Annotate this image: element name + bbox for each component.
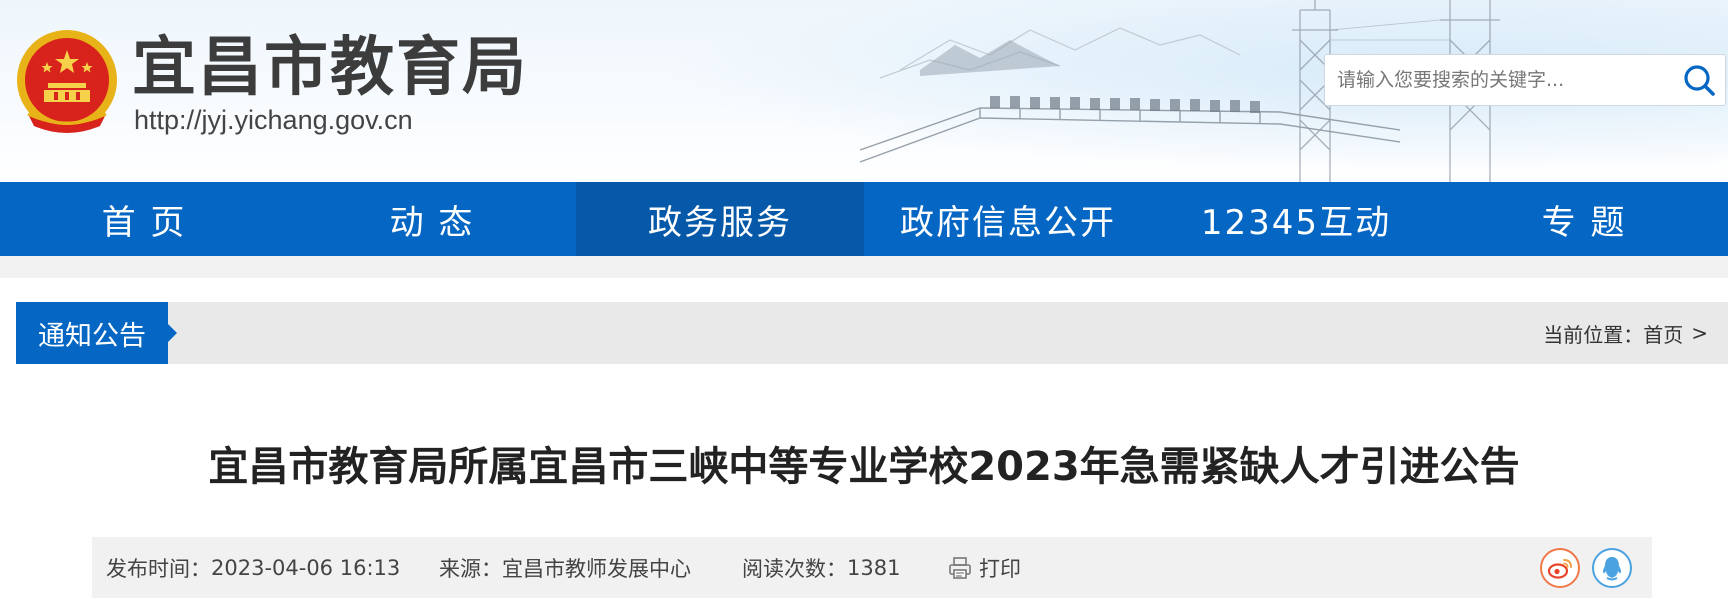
- article-source: 来源： 宜昌市教师发展中心: [439, 537, 691, 598]
- printer-icon: [949, 556, 971, 579]
- nav-item-topics[interactable]: 专 题: [1440, 182, 1728, 256]
- qq-icon: [1603, 557, 1621, 581]
- main-nav: 首 页 动 态 政务服务 政府信息公开 12345互动 专 题: [0, 182, 1728, 256]
- section-tab-notices[interactable]: 通知公告: [16, 302, 168, 364]
- search-box: [1324, 54, 1726, 106]
- breadcrumb: 当前位置： 首页 >: [1543, 302, 1708, 364]
- breadcrumb-separator: >: [1691, 321, 1708, 345]
- weibo-icon: [1547, 559, 1572, 579]
- share-weibo-button[interactable]: [1540, 548, 1580, 588]
- search-icon[interactable]: [1679, 61, 1719, 99]
- search-input[interactable]: [1325, 55, 1665, 105]
- article-title: 宜昌市教育局所属宜昌市三峡中等专业学校2023年急需紧缺人才引进公告: [208, 444, 1520, 490]
- print-label: 打印: [979, 556, 1021, 581]
- breadcrumb-home-link[interactable]: 首页: [1643, 319, 1683, 348]
- nav-item-info-disclosure[interactable]: 政府信息公开: [864, 182, 1152, 256]
- view-count-value: 1381: [847, 555, 901, 580]
- view-count-label: 阅读次数：: [742, 556, 847, 581]
- section-bar: 通知公告 当前位置： 首页 >: [16, 302, 1728, 364]
- publish-time: 发布时间： 2023-04-06 16:13: [106, 537, 400, 598]
- publish-time-label: 发布时间：: [106, 556, 211, 581]
- national-emblem-icon: [17, 30, 117, 133]
- nav-item-home[interactable]: 首 页: [0, 182, 288, 256]
- share-qq-button[interactable]: [1592, 548, 1632, 588]
- section-tab-arrow: [168, 324, 177, 342]
- publish-time-value: 2023-04-06 16:13: [211, 555, 401, 580]
- site-title[interactable]: 宜昌市教育局: [132, 30, 528, 106]
- nav-item-news[interactable]: 动 态: [288, 182, 576, 256]
- view-count: 阅读次数： 1381: [742, 537, 900, 598]
- site-header: 宜昌市教育局 http://jyj.yichang.gov.cn: [0, 0, 1728, 182]
- article-meta-bar: 发布时间： 2023-04-06 16:13 来源： 宜昌市教师发展中心 阅读次…: [92, 537, 1652, 598]
- nav-divider: [0, 256, 1728, 278]
- source-value: 宜昌市教师发展中心: [502, 556, 691, 581]
- nav-item-12345-interaction[interactable]: 12345互动: [1152, 182, 1440, 256]
- source-label: 来源：: [439, 556, 502, 581]
- breadcrumb-prefix: 当前位置：: [1543, 322, 1644, 347]
- print-button[interactable]: 打印: [947, 537, 1021, 598]
- site-url: http://jyj.yichang.gov.cn: [134, 105, 413, 135]
- nav-item-government-services[interactable]: 政务服务: [576, 182, 864, 256]
